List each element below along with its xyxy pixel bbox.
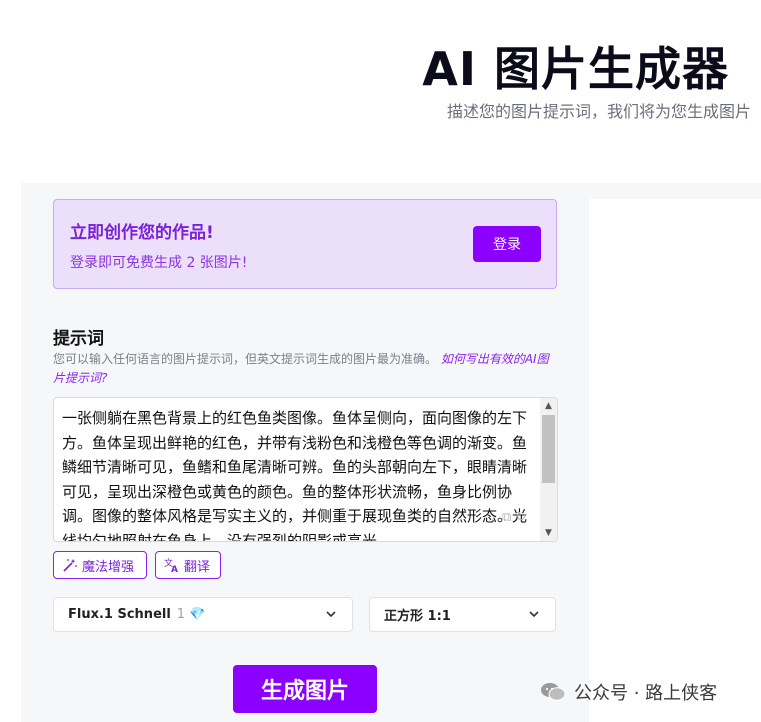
translate-button[interactable]: 文 A 翻译 bbox=[155, 551, 221, 579]
watermark: 公众号 · 路上侠客 bbox=[540, 679, 717, 705]
model-cost: 1 💎 bbox=[177, 607, 206, 622]
textarea-scrollbar[interactable]: ▲ ▼ bbox=[540, 398, 557, 541]
gem-icon: 💎 bbox=[189, 607, 206, 622]
wechat-icon bbox=[541, 683, 566, 701]
model-select[interactable]: Flux.1 Schnell 1 💎 bbox=[53, 597, 353, 632]
preview-area bbox=[589, 199, 761, 722]
prompt-hint-text: 您可以输入任何语言的图片提示词，但英文提示词生成的图片最为准确。 bbox=[53, 352, 438, 366]
translate-label: 翻译 bbox=[184, 559, 211, 575]
panel-strip bbox=[589, 183, 761, 199]
magic-enhance-button[interactable]: 魔法增强 bbox=[53, 551, 147, 579]
model-select-value: Flux.1 Schnell bbox=[68, 607, 171, 622]
page-title: AI 图片生成器 bbox=[422, 42, 729, 96]
model-cost-value: 1 bbox=[176, 607, 186, 622]
promo-subtitle: 登录即可免费生成 2 张图片! bbox=[70, 255, 248, 271]
watermark-text: 公众号 · 路上侠客 bbox=[574, 683, 718, 704]
scroll-down-arrow-icon[interactable]: ▼ bbox=[540, 525, 557, 541]
promo-title: 立即创作您的作品! bbox=[70, 223, 214, 243]
prompt-textarea[interactable]: 一张侧躺在黑色背景上的红色鱼类图像。鱼体呈侧向，面向图像的左下方。鱼体呈现出鲜艳… bbox=[53, 397, 558, 542]
aspect-ratio-value: 正方形 1:1 bbox=[384, 609, 451, 624]
prompt-text-value[interactable]: 一张侧躺在黑色背景上的红色鱼类图像。鱼体呈侧向，面向图像的左下方。鱼体呈现出鲜艳… bbox=[62, 406, 536, 541]
copy-icon[interactable]: ⧉ bbox=[502, 510, 511, 525]
translate-icon: 文 A bbox=[164, 557, 178, 573]
prompt-hint: 您可以输入任何语言的图片提示词，但英文提示词生成的图片最为准确。 如何写出有效的… bbox=[53, 350, 553, 388]
login-promo-banner: 立即创作您的作品! 登录即可免费生成 2 张图片! 登录 bbox=[53, 199, 557, 289]
aspect-ratio-select[interactable]: 正方形 1:1 bbox=[369, 597, 556, 632]
scroll-up-arrow-icon[interactable]: ▲ bbox=[540, 398, 557, 414]
refresh-icon[interactable]: ↻ bbox=[515, 510, 526, 525]
page-subtitle: 描述您的图片提示词，我们将为您生成图片 bbox=[446, 102, 751, 121]
login-button[interactable]: 登录 bbox=[473, 226, 541, 262]
scroll-thumb[interactable] bbox=[542, 415, 555, 483]
textarea-action-icons: ⧉ ↻ bbox=[502, 510, 526, 525]
magic-enhance-label: 魔法增强 bbox=[82, 559, 135, 575]
magic-wand-icon bbox=[63, 559, 77, 572]
chevron-down-icon bbox=[326, 611, 336, 618]
prompt-section-title: 提示词 bbox=[53, 329, 104, 349]
chevron-down-icon bbox=[529, 611, 539, 618]
generate-image-button[interactable]: 生成图片 bbox=[233, 665, 377, 713]
svg-text:A: A bbox=[171, 565, 178, 573]
